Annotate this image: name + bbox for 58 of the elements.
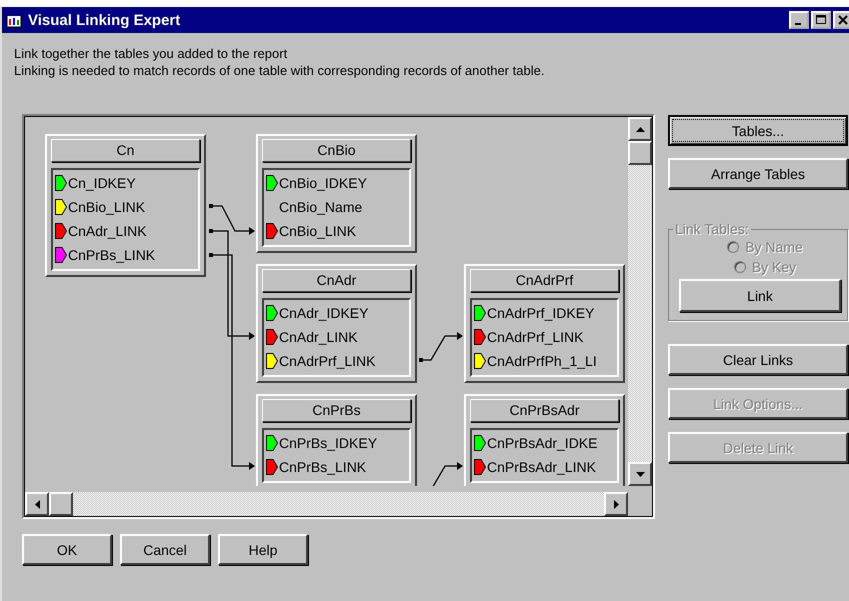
field-name[interactable]: CnPrBsAdr_LINK — [487, 459, 596, 475]
table-node[interactable]: CnBio CnBio_IDKEY CnBio_Name CnBio_LINK — [256, 134, 417, 253]
field-name[interactable]: CnAdr_LINK — [279, 329, 358, 345]
app-icon — [6, 12, 22, 28]
link-connector[interactable] — [209, 204, 255, 235]
field-name[interactable]: CnBio_Name — [279, 199, 362, 215]
link-connector[interactable] — [419, 332, 463, 362]
field-name[interactable]: CnAdrPrf_LINK — [487, 329, 584, 345]
table-node[interactable]: CnPrBs CnPrBs_IDKEY CnPrBs_LINK — [256, 394, 417, 486]
left-arrow-icon — [34, 500, 40, 508]
table-node[interactable]: CnAdrPrf CnAdrPrf_IDKEY CnAdrPrf_LINK CnAdrPrfPh_1_LI — [464, 264, 625, 383]
field-name[interactable]: CnPrBsAdr_IDKE — [487, 435, 598, 451]
minimize-icon — [794, 22, 800, 24]
field-name[interactable]: CnBio_LINK — [279, 223, 356, 239]
table-header[interactable]: CnAdrPrf — [470, 269, 619, 292]
table-node[interactable]: CnPrBsAdr CnPrBsAdr_IDKE CnPrBsAdr_LINK — [464, 394, 625, 486]
table-node[interactable]: CnAdr CnAdr_IDKEY CnAdr_LINK CnAdrPrf_LINK — [256, 264, 417, 383]
table-header[interactable]: Cn — [51, 139, 200, 162]
side-button[interactable]: Clear Links — [668, 344, 848, 375]
field-name[interactable]: Cn_IDKEY — [68, 175, 136, 191]
horizontal-scrollbar[interactable] — [25, 492, 628, 516]
field-name[interactable]: CnAdr_LINK — [68, 223, 147, 239]
table-header[interactable]: CnAdr — [262, 269, 411, 292]
field-name[interactable]: CnAdrPrf_LINK — [279, 353, 376, 369]
window-title: Visual Linking Expert — [28, 12, 182, 28]
vertical-scrollbar[interactable] — [628, 117, 652, 486]
table-node[interactable]: Cn Cn_IDKEY CnBio_LINK CnAdr_LINK CnPrBs_LINK — [45, 134, 206, 277]
scroll-thumb[interactable] — [49, 492, 73, 516]
table-header[interactable]: CnPrBsAdr — [470, 399, 619, 422]
footer-button[interactable]: Help — [218, 534, 308, 565]
right-arrow-icon — [614, 500, 618, 508]
close-icon — [838, 15, 848, 25]
maximize-button[interactable] — [811, 11, 831, 29]
field-name[interactable]: CnPrBs_LINK — [279, 459, 366, 475]
field-name[interactable]: CnPrBs_IDKEY — [279, 435, 378, 451]
down-arrow-icon — [636, 472, 644, 476]
table-header[interactable]: CnBio — [262, 139, 411, 162]
field-name[interactable]: CnAdrPrf_IDKEY — [487, 305, 594, 321]
description-text: Link together the tables you added to the report — [14, 45, 288, 62]
field-name[interactable]: CnAdrPrfPh_1_LI — [487, 353, 597, 369]
side-button[interactable]: Arrange Tables — [668, 158, 848, 189]
description-text: Linking is needed to match records of one table with corresponding records of another table. — [14, 62, 546, 79]
side-button[interactable]: Tables... — [668, 115, 848, 146]
field-name[interactable]: CnPrBs_LINK — [68, 247, 156, 263]
footer-button[interactable]: Cancel — [120, 534, 210, 565]
field-name[interactable]: CnAdr_IDKEY — [279, 305, 368, 321]
close-button[interactable] — [833, 11, 849, 29]
minimize-button[interactable] — [789, 11, 809, 29]
group-title: Link Tables: — [674, 221, 750, 237]
link-connector[interactable] — [209, 229, 255, 340]
table-header[interactable]: CnPrBs — [262, 399, 411, 422]
footer-button[interactable]: OK — [22, 534, 112, 565]
up-arrow-icon — [636, 126, 644, 132]
field-name[interactable]: CnBio_LINK — [68, 199, 146, 215]
scroll-thumb[interactable] — [628, 141, 652, 165]
maximize-icon — [816, 15, 826, 25]
link-connector[interactable] — [209, 253, 255, 470]
field-name[interactable]: CnBio_IDKEY — [279, 175, 367, 191]
